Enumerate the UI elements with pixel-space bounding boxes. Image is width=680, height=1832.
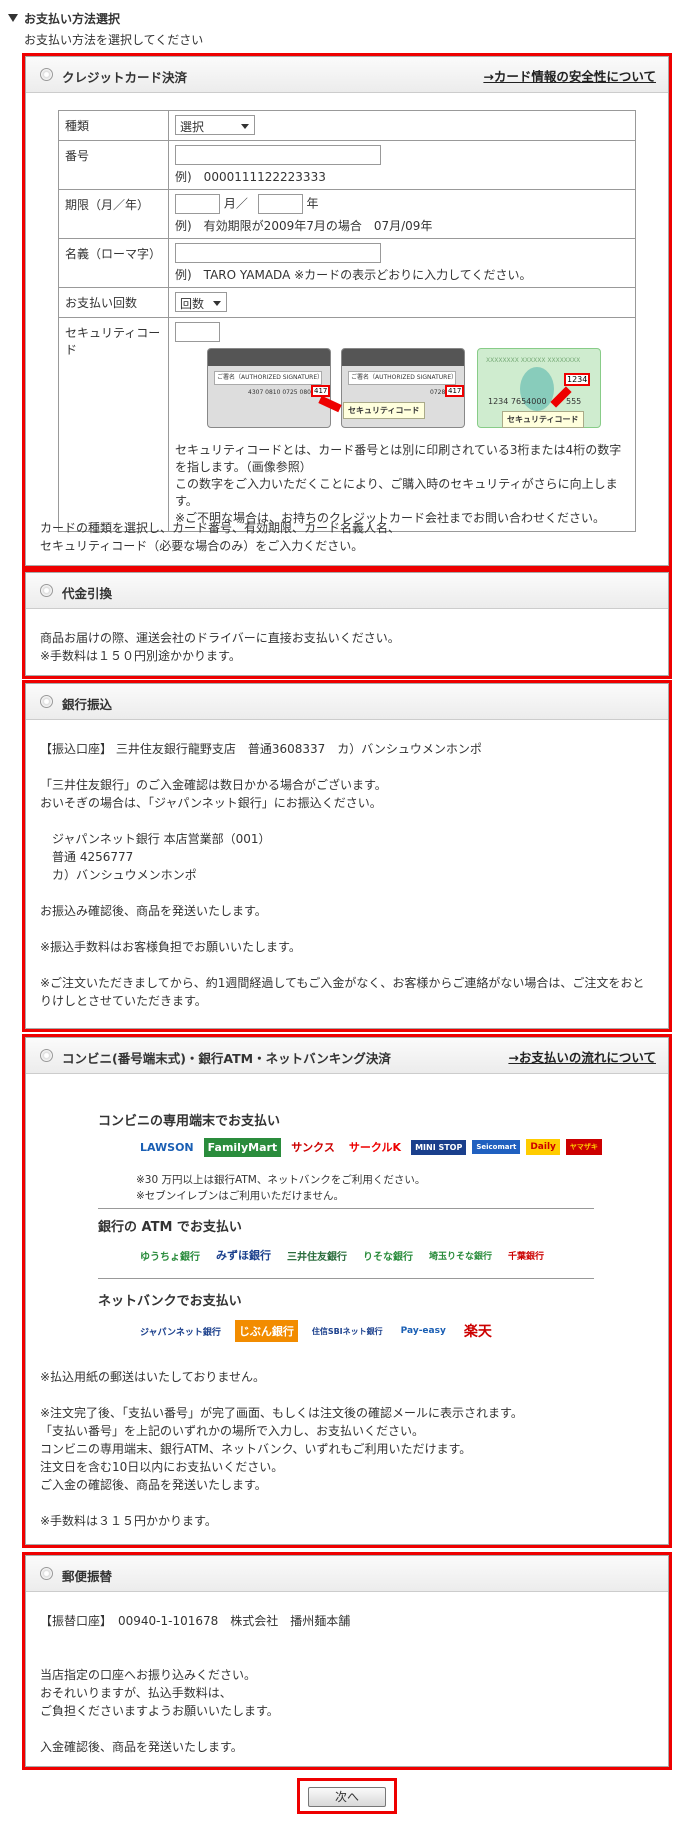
circlek-logo: サークルK bbox=[348, 1141, 402, 1154]
saitama-resona-logo: 埼玉りそな銀行 bbox=[429, 1251, 493, 1262]
bank-logos: ゆうちょ銀行 みずほ銀行 三井住友銀行 りそな銀行 埼玉りそな銀行 千葉銀行 bbox=[136, 1244, 548, 1266]
divider bbox=[98, 1208, 594, 1209]
installments-label: お支払い回数 bbox=[58, 287, 169, 318]
chiba-bank-logo: 千葉銀行 bbox=[508, 1251, 545, 1262]
cod-title: 代金引換 bbox=[62, 586, 113, 601]
next-button[interactable]: 次へ bbox=[308, 1787, 386, 1807]
security-code-illustration: ご署名（AUTHORIZED SIGNATURE） 4307 0810 0725… bbox=[207, 348, 629, 432]
card-number-label: 番号 bbox=[58, 140, 169, 190]
conveni-title: コンビニ(番号端末式)・銀行ATM・ネットバンキング決済 bbox=[62, 1051, 391, 1066]
card-name-label: 名義（ローマ字） bbox=[58, 238, 169, 288]
next-button-highlight: 次へ bbox=[297, 1778, 397, 1814]
postal-title: 郵便振替 bbox=[62, 1569, 113, 1584]
section-title: お支払い方法選択 bbox=[8, 10, 120, 27]
credit-card-option: クレジットカード決済 →カード情報の安全性について 種類 選択 番号 例) 00… bbox=[22, 53, 672, 569]
card-type-label: 種類 bbox=[58, 110, 169, 141]
lawson-logo: LAWSON bbox=[140, 1140, 194, 1154]
conveni-header: コンビニ(番号端末式)・銀行ATM・ネットバンキング決済 →お支払いの流れについ… bbox=[26, 1038, 668, 1074]
postal-header: 郵便振替 bbox=[26, 1556, 668, 1592]
resona-logo: りそな銀行 bbox=[363, 1251, 413, 1263]
conveni-option: コンビニ(番号端末式)・銀行ATM・ネットバンキング決済 →お支払いの流れについ… bbox=[22, 1034, 672, 1548]
mizuho-logo: みずほ銀行 bbox=[216, 1249, 271, 1262]
smbc-logo: 三井住友銀行 bbox=[287, 1251, 347, 1263]
jibun-bank-logo: じぶん銀行 bbox=[234, 1320, 298, 1342]
yamazaki-logo: ヤマザキ bbox=[565, 1139, 602, 1155]
chevron-down-icon bbox=[241, 124, 249, 129]
section-subtitle: お支払い方法を選択してください bbox=[24, 33, 204, 47]
conveni-heading: コンビニの専用端末でお支払い bbox=[98, 1114, 281, 1129]
month-unit: 月／ bbox=[223, 196, 248, 211]
conveni-radio[interactable] bbox=[40, 1049, 53, 1062]
bank-title: 銀行振込 bbox=[62, 697, 113, 712]
conveni-text: ※払込用紙の郵送はいたしておりません。 ※注文完了後、「支払い番号」が完了画面、… bbox=[40, 1370, 523, 1528]
security-code-input[interactable] bbox=[175, 322, 220, 342]
chevron-down-icon bbox=[213, 301, 221, 306]
atm-heading: 銀行の ATM でお支払い bbox=[98, 1220, 242, 1235]
yucho-logo: ゆうちょ銀行 bbox=[140, 1251, 200, 1263]
payeasy-logo: Pay-easy bbox=[400, 1326, 446, 1336]
postal-radio[interactable] bbox=[40, 1567, 53, 1580]
ministop-logo: MINI STOP bbox=[411, 1139, 467, 1155]
card-security-link[interactable]: →カード情報の安全性について bbox=[483, 66, 656, 85]
sunkus-logo: サンクス bbox=[291, 1141, 335, 1154]
postal-transfer-option: 郵便振替 【振替口座】 00940-1-101678 株式会社 播州麺本舗 当店… bbox=[22, 1552, 672, 1770]
cod-header: 代金引換 bbox=[26, 573, 668, 609]
bank-text: 【振込口座】 三井住友銀行龍野支店 普通3608337 カ）バンシュウメンホンポ… bbox=[40, 742, 645, 1008]
security-code-description: セキュリティコードとは、カード番号とは別に印刷されている3桁または4桁の数字を指… bbox=[175, 443, 622, 525]
card-number-example: 例) 0000111122223333 bbox=[175, 170, 326, 184]
security-code-callout: セキュリティコード bbox=[343, 402, 425, 419]
credit-card-footer: カードの種類を選択し、カード番号、有効期限、カード名義人名、 セキュリティコード… bbox=[40, 521, 401, 553]
cod-option: 代金引換 商品お届けの際、運送会社のドライバーに直接お支払いください。 ※手数料… bbox=[22, 569, 672, 679]
payment-flow-link[interactable]: →お支払いの流れについて bbox=[508, 1047, 656, 1066]
sbi-netbank-logo: 住信SBIネット銀行 bbox=[311, 1326, 383, 1336]
seicomart-logo: Seicomart bbox=[472, 1140, 521, 1154]
card-back-image-1: ご署名（AUTHORIZED SIGNATURE） 4307 0810 0725… bbox=[207, 348, 331, 428]
card-type-select[interactable]: 選択 bbox=[175, 115, 255, 135]
expiry-year-input[interactable] bbox=[257, 194, 303, 214]
postal-text: 【振替口座】 00940-1-101678 株式会社 播州麺本舗 当店指定の口座… bbox=[40, 1614, 351, 1754]
expiry-month-input[interactable] bbox=[175, 194, 220, 214]
security-code-label: セキュリティコード bbox=[58, 317, 169, 532]
bank-transfer-option: 銀行振込 【振込口座】 三井住友銀行龍野支店 普通3608337 カ）バンシュウ… bbox=[22, 680, 672, 1032]
installments-select[interactable]: 回数 bbox=[175, 292, 227, 312]
bank-radio[interactable] bbox=[40, 695, 53, 708]
card-number-input[interactable] bbox=[175, 145, 381, 165]
card-name-example: 例) TARO YAMADA ※カードの表示どおりに入力してください。 bbox=[175, 268, 532, 282]
cod-text: 商品お届けの際、運送会社のドライバーに直接お支払いください。 ※手数料は１５０円… bbox=[40, 631, 400, 663]
credit-card-title: クレジットカード決済 bbox=[62, 70, 188, 85]
credit-card-header: クレジットカード決済 →カード情報の安全性について bbox=[26, 57, 668, 93]
year-unit: 年 bbox=[306, 196, 319, 211]
credit-card-radio[interactable] bbox=[40, 68, 53, 81]
expiry-example: 例) 有効期限が2009年7月の場合 07月/09年 bbox=[175, 219, 433, 233]
rakuten-logo: 楽天 bbox=[463, 1324, 492, 1340]
expiry-label: 期限（月／年） bbox=[58, 189, 169, 239]
daily-logo: Daily bbox=[526, 1139, 560, 1155]
credit-card-form: 種類 選択 番号 例) 0000111122223333 期限（月／年） 月／ … bbox=[58, 110, 636, 532]
collapse-triangle-icon[interactable] bbox=[8, 14, 18, 22]
card-front-image: XXXXXXXX XXXXXX XXXXXXXX 1234 7654000 55… bbox=[477, 348, 601, 428]
cod-radio[interactable] bbox=[40, 584, 53, 597]
bank-header: 銀行振込 bbox=[26, 684, 668, 720]
store-logos: LAWSON FamilyMart サンクス サークルK MINI STOP S… bbox=[136, 1136, 602, 1158]
store-note: ※30 万円以上は銀行ATM、ネットバンクをご利用ください。 ※セブンイレブンは… bbox=[136, 1174, 426, 1202]
netbank-logos: ジャパンネット銀行 じぶん銀行 住信SBIネット銀行 Pay-easy 楽天 bbox=[136, 1318, 496, 1344]
card-name-input[interactable] bbox=[175, 243, 381, 263]
divider bbox=[98, 1278, 594, 1279]
familymart-logo: FamilyMart bbox=[203, 1137, 282, 1157]
netbank-heading: ネットバンクでお支払い bbox=[98, 1294, 242, 1309]
japannet-bank-logo: ジャパンネット銀行 bbox=[140, 1327, 221, 1338]
